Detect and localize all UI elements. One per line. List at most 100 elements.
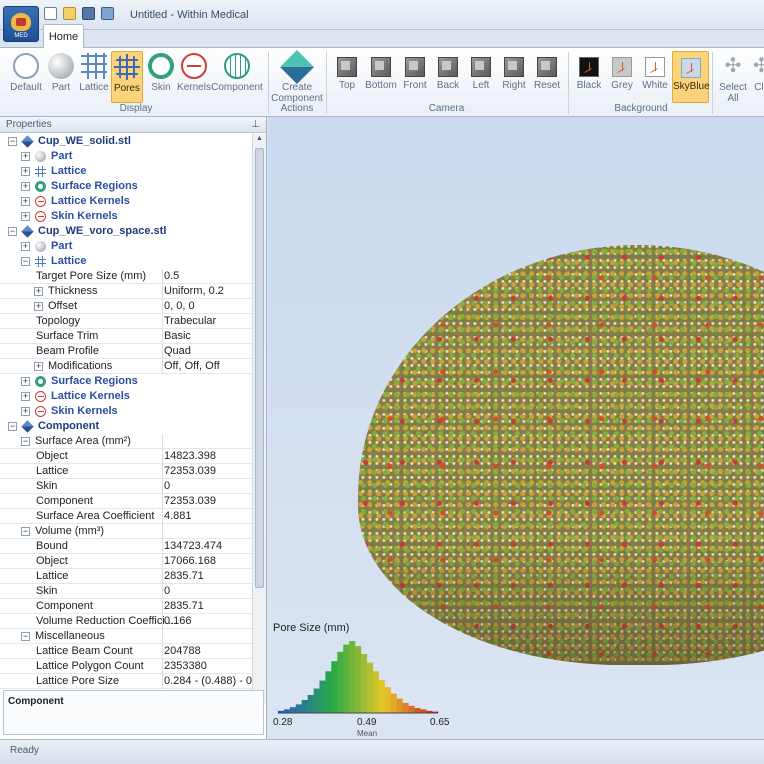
tree-node[interactable]: + Part [0, 149, 252, 164]
property-row[interactable]: + Thickness Uniform, 0.2 [0, 284, 252, 299]
property-value[interactable]: 0 [164, 479, 170, 494]
collapse-icon[interactable]: − [8, 227, 17, 236]
tree-node[interactable]: + Lattice Kernels [0, 194, 252, 209]
pin-icon[interactable]: ⊥ [251, 117, 260, 133]
property-value[interactable]: 2835.71 [164, 599, 204, 614]
property-value[interactable]: 72353.039 [164, 464, 216, 479]
property-value[interactable]: 4.881 [164, 509, 192, 524]
collapse-icon[interactable]: − [21, 632, 30, 641]
tab-home[interactable]: Home [43, 24, 84, 48]
property-value[interactable]: Off, Off, Off [164, 359, 220, 374]
create-component-button[interactable]: Create Component [270, 50, 324, 104]
property-value[interactable]: Quad [164, 344, 191, 359]
expand-icon[interactable]: + [21, 392, 30, 401]
property-value[interactable]: 0.284 - (0.488) - 0.... [164, 674, 252, 689]
display-part-button[interactable]: Part [46, 51, 76, 101]
property-row[interactable]: Lattice 72353.039 [0, 464, 252, 479]
export-icon[interactable] [101, 7, 114, 20]
tree-node[interactable]: − Lattice [0, 254, 252, 269]
scrollbar-thumb[interactable] [255, 148, 264, 588]
display-component-button[interactable]: Component [211, 51, 263, 101]
open-folder-icon[interactable] [63, 7, 76, 20]
camera-front-button[interactable]: Front [399, 51, 431, 101]
collapse-icon[interactable]: − [21, 257, 30, 266]
new-file-icon[interactable] [44, 7, 57, 20]
background-skyblue-button[interactable]: SkyBlue [672, 51, 710, 103]
display-skin-button[interactable]: Skin [146, 51, 176, 101]
background-black-button[interactable]: Black [573, 51, 605, 101]
property-value[interactable]: 0.5 [164, 269, 179, 284]
background-grey-button[interactable]: Grey [606, 51, 638, 101]
camera-top-button[interactable]: Top [330, 51, 364, 101]
expand-icon[interactable]: + [21, 167, 30, 176]
property-value[interactable]: 134723.474 [164, 539, 222, 554]
property-row[interactable]: Object 14823.398 [0, 449, 252, 464]
collapse-icon[interactable]: − [21, 437, 30, 446]
save-icon[interactable] [82, 7, 95, 20]
property-value[interactable]: 0 [164, 584, 170, 599]
property-row[interactable]: Lattice Polygon Count 2353380 [0, 659, 252, 674]
expand-icon[interactable]: + [21, 212, 30, 221]
property-row[interactable]: Skin 0 [0, 584, 252, 599]
collapse-icon[interactable]: − [21, 527, 30, 536]
display-kernels-button[interactable]: Kernels [177, 51, 211, 101]
display-pores-button[interactable]: Pores [111, 51, 143, 103]
display-default-button[interactable]: Default [6, 51, 46, 101]
background-white-button[interactable]: White [639, 51, 671, 101]
tree-node[interactable]: − Cup_WE_solid.stl [0, 134, 252, 149]
tree-node[interactable]: + Surface Regions [0, 374, 252, 389]
properties-tree[interactable]: − Cup_WE_solid.stl + Part + Lattice + Surface R… [0, 134, 252, 704]
property-row[interactable]: Surface Trim Basic [0, 329, 252, 344]
property-row[interactable]: Beam Profile Quad [0, 344, 252, 359]
property-row[interactable]: Surface Area Coefficient 4.881 [0, 509, 252, 524]
expand-icon[interactable]: + [34, 362, 43, 371]
property-row[interactable]: Target Pore Size (mm) 0.5 [0, 269, 252, 284]
tree-node[interactable]: + Part [0, 239, 252, 254]
property-value[interactable]: 72353.039 [164, 494, 216, 509]
property-value[interactable]: 0, 0, 0 [164, 299, 195, 314]
tree-scrollbar[interactable]: ▲ ▼ [252, 134, 266, 704]
property-row[interactable]: Object 17066.168 [0, 554, 252, 569]
property-value[interactable]: 204788 [164, 644, 201, 659]
acetabular-cup-model[interactable] [358, 245, 764, 665]
tree-node[interactable]: + Skin Kernels [0, 209, 252, 224]
collapse-icon[interactable]: − [8, 137, 17, 146]
property-value[interactable]: 2835.71 [164, 569, 204, 584]
expand-icon[interactable]: + [21, 152, 30, 161]
property-row[interactable]: + Offset 0, 0, 0 [0, 299, 252, 314]
application-menu-button[interactable]: MED [3, 6, 39, 42]
tree-node[interactable]: + Lattice [0, 164, 252, 179]
property-row[interactable]: + Modifications Off, Off, Off [0, 359, 252, 374]
property-row[interactable]: Lattice Pore Size 0.284 - (0.488) - 0.... [0, 674, 252, 689]
collapse-icon[interactable]: − [8, 422, 17, 431]
expand-icon[interactable]: + [21, 182, 30, 191]
property-row[interactable]: Component 2835.71 [0, 599, 252, 614]
expand-icon[interactable]: + [21, 242, 30, 251]
property-row[interactable]: − Volume (mm³) [0, 524, 252, 539]
camera-left-button[interactable]: Left [465, 51, 497, 101]
tree-node[interactable]: + Skin Kernels [0, 404, 252, 419]
camera-right-button[interactable]: Right [498, 51, 530, 101]
property-row[interactable]: Volume Reduction Coeffici... 0.166 [0, 614, 252, 629]
3d-viewport[interactable]: Pore Size (mm) 0.28 0.49 0.65 Mean [268, 117, 764, 739]
property-row[interactable]: Component 72353.039 [0, 494, 252, 509]
property-row[interactable]: Lattice 2835.71 [0, 569, 252, 584]
tree-node[interactable]: − Component [0, 419, 252, 434]
expand-icon[interactable]: + [34, 302, 43, 311]
expand-icon[interactable]: + [34, 287, 43, 296]
property-row[interactable]: Skin 0 [0, 479, 252, 494]
display-lattice-button[interactable]: Lattice [78, 51, 110, 101]
property-value[interactable]: 17066.168 [164, 554, 216, 569]
expand-icon[interactable]: + [21, 377, 30, 386]
property-value[interactable]: 14823.398 [164, 449, 216, 464]
property-value[interactable]: Trabecular [164, 314, 216, 329]
property-value[interactable]: 0.166 [164, 614, 192, 629]
tree-node[interactable]: − Cup_WE_voro_space.stl [0, 224, 252, 239]
expand-icon[interactable]: + [21, 197, 30, 206]
property-row[interactable]: − Miscellaneous [0, 629, 252, 644]
expand-icon[interactable]: + [21, 407, 30, 416]
camera-reset-button[interactable]: Reset [531, 51, 563, 101]
tree-node[interactable]: + Lattice Kernels [0, 389, 252, 404]
tree-node[interactable]: + Surface Regions [0, 179, 252, 194]
property-row[interactable]: Topology Trabecular [0, 314, 252, 329]
